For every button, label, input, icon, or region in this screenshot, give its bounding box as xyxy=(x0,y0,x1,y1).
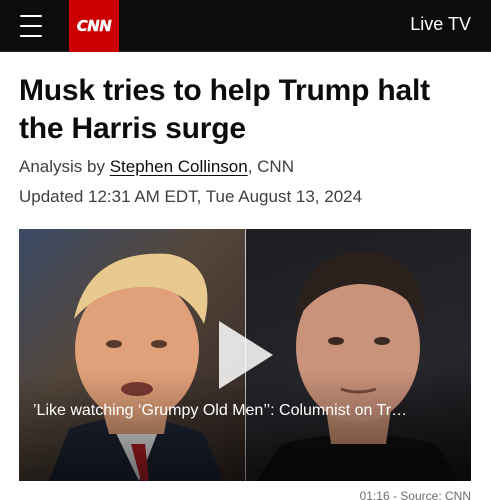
play-icon[interactable] xyxy=(219,321,273,389)
hamburger-menu-icon[interactable] xyxy=(14,12,48,40)
top-nav-bar: CNN Live TV xyxy=(0,0,491,52)
menu-line xyxy=(20,35,42,37)
logo-text: CNN xyxy=(76,17,112,35)
video-player[interactable]: ’Like watching ‘Grumpy Old Men’’: Column… xyxy=(19,229,471,481)
byline-suffix: , CNN xyxy=(247,157,294,176)
video-caption[interactable]: ’Like watching ‘Grumpy Old Men’’: Column… xyxy=(33,402,461,420)
byline-prefix: Analysis by xyxy=(19,157,110,176)
article-headline: Musk tries to help Trump halt the Harris… xyxy=(19,74,430,145)
menu-line xyxy=(20,25,42,27)
live-tv-link[interactable]: Live TV xyxy=(410,14,471,35)
byline: Analysis by Stephen Collinson, CNN xyxy=(19,157,294,177)
updated-timestamp: Updated 12:31 AM EDT, Tue August 13, 202… xyxy=(19,187,363,206)
author-link[interactable]: Stephen Collinson xyxy=(110,157,248,176)
video-duration-source: 01:16 - Source: CNN xyxy=(359,489,471,500)
cnn-logo[interactable]: CNN xyxy=(69,0,119,52)
menu-line xyxy=(20,15,42,17)
